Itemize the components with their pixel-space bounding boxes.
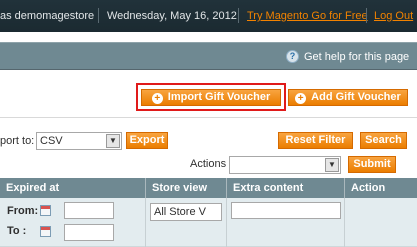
try-magento-go-link[interactable]: Try Magento Go for Free (247, 10, 368, 22)
chevron-down-icon: ▼ (325, 158, 339, 172)
help-bar: ? Get help for this page (0, 42, 417, 70)
calendar-icon[interactable] (40, 205, 51, 216)
action-filter-cell (345, 198, 417, 247)
current-date: Wednesday, May 16, 2012 (107, 10, 237, 22)
column-header-action: Action (351, 182, 386, 194)
extra-content-filter-cell (227, 198, 345, 247)
column-header-extra-content[interactable]: Extra content (227, 178, 345, 198)
add-gift-voucher-button[interactable]: + Add Gift Voucher (288, 89, 408, 106)
expired-at-filter-cell: From: To : (0, 198, 146, 247)
export-format-value: CSV (40, 135, 63, 147)
chevron-down-icon: ▼ (106, 134, 120, 148)
column-header-expired-at[interactable]: Expired at (0, 178, 146, 198)
store-view-select[interactable]: All Store V (150, 203, 222, 221)
actions-label: Actions (190, 158, 227, 170)
column-header-store-view[interactable]: Store view (146, 178, 227, 198)
admin-header-bar: as demomagestore Wednesday, May 16, 2012… (0, 0, 417, 32)
logged-in-user-text: as demomagestore (0, 10, 95, 22)
import-button-label: Import Gift Voucher (167, 91, 271, 103)
import-gift-voucher-button[interactable]: + Import Gift Voucher (141, 89, 281, 106)
submit-button[interactable]: Submit (348, 156, 396, 173)
grid-header-row: Expired at Store view Extra content Acti… (0, 178, 417, 198)
calendar-icon[interactable] (40, 226, 51, 237)
header-divider (238, 8, 239, 23)
from-label: From: (7, 205, 39, 217)
section-divider (0, 117, 417, 118)
grid-filter-row: From: To : All Store V (0, 198, 417, 247)
help-icon[interactable]: ? (286, 50, 299, 63)
search-button[interactable]: Search (360, 132, 407, 149)
mass-actions-select[interactable]: ▼ (229, 156, 341, 174)
plus-icon: + (151, 93, 163, 104)
header-divider (98, 8, 99, 23)
export-to-label: port to: (0, 135, 35, 147)
expired-to-input[interactable] (64, 224, 114, 241)
to-label: To : (7, 225, 27, 237)
reset-filter-button[interactable]: Reset Filter (278, 132, 353, 149)
extra-content-input[interactable] (231, 202, 341, 219)
help-link[interactable]: Get help for this page (304, 51, 409, 63)
logout-link[interactable]: Log Out (374, 10, 413, 22)
header-divider (366, 8, 367, 23)
store-view-value: All Store V (154, 206, 206, 218)
plus-icon: + (295, 93, 307, 104)
expired-from-input[interactable] (64, 202, 114, 219)
add-button-label: Add Gift Voucher (311, 91, 401, 103)
export-format-select[interactable]: CSV ▼ (36, 132, 122, 150)
export-button[interactable]: Export (126, 132, 168, 149)
store-view-filter-cell: All Store V (146, 198, 227, 247)
